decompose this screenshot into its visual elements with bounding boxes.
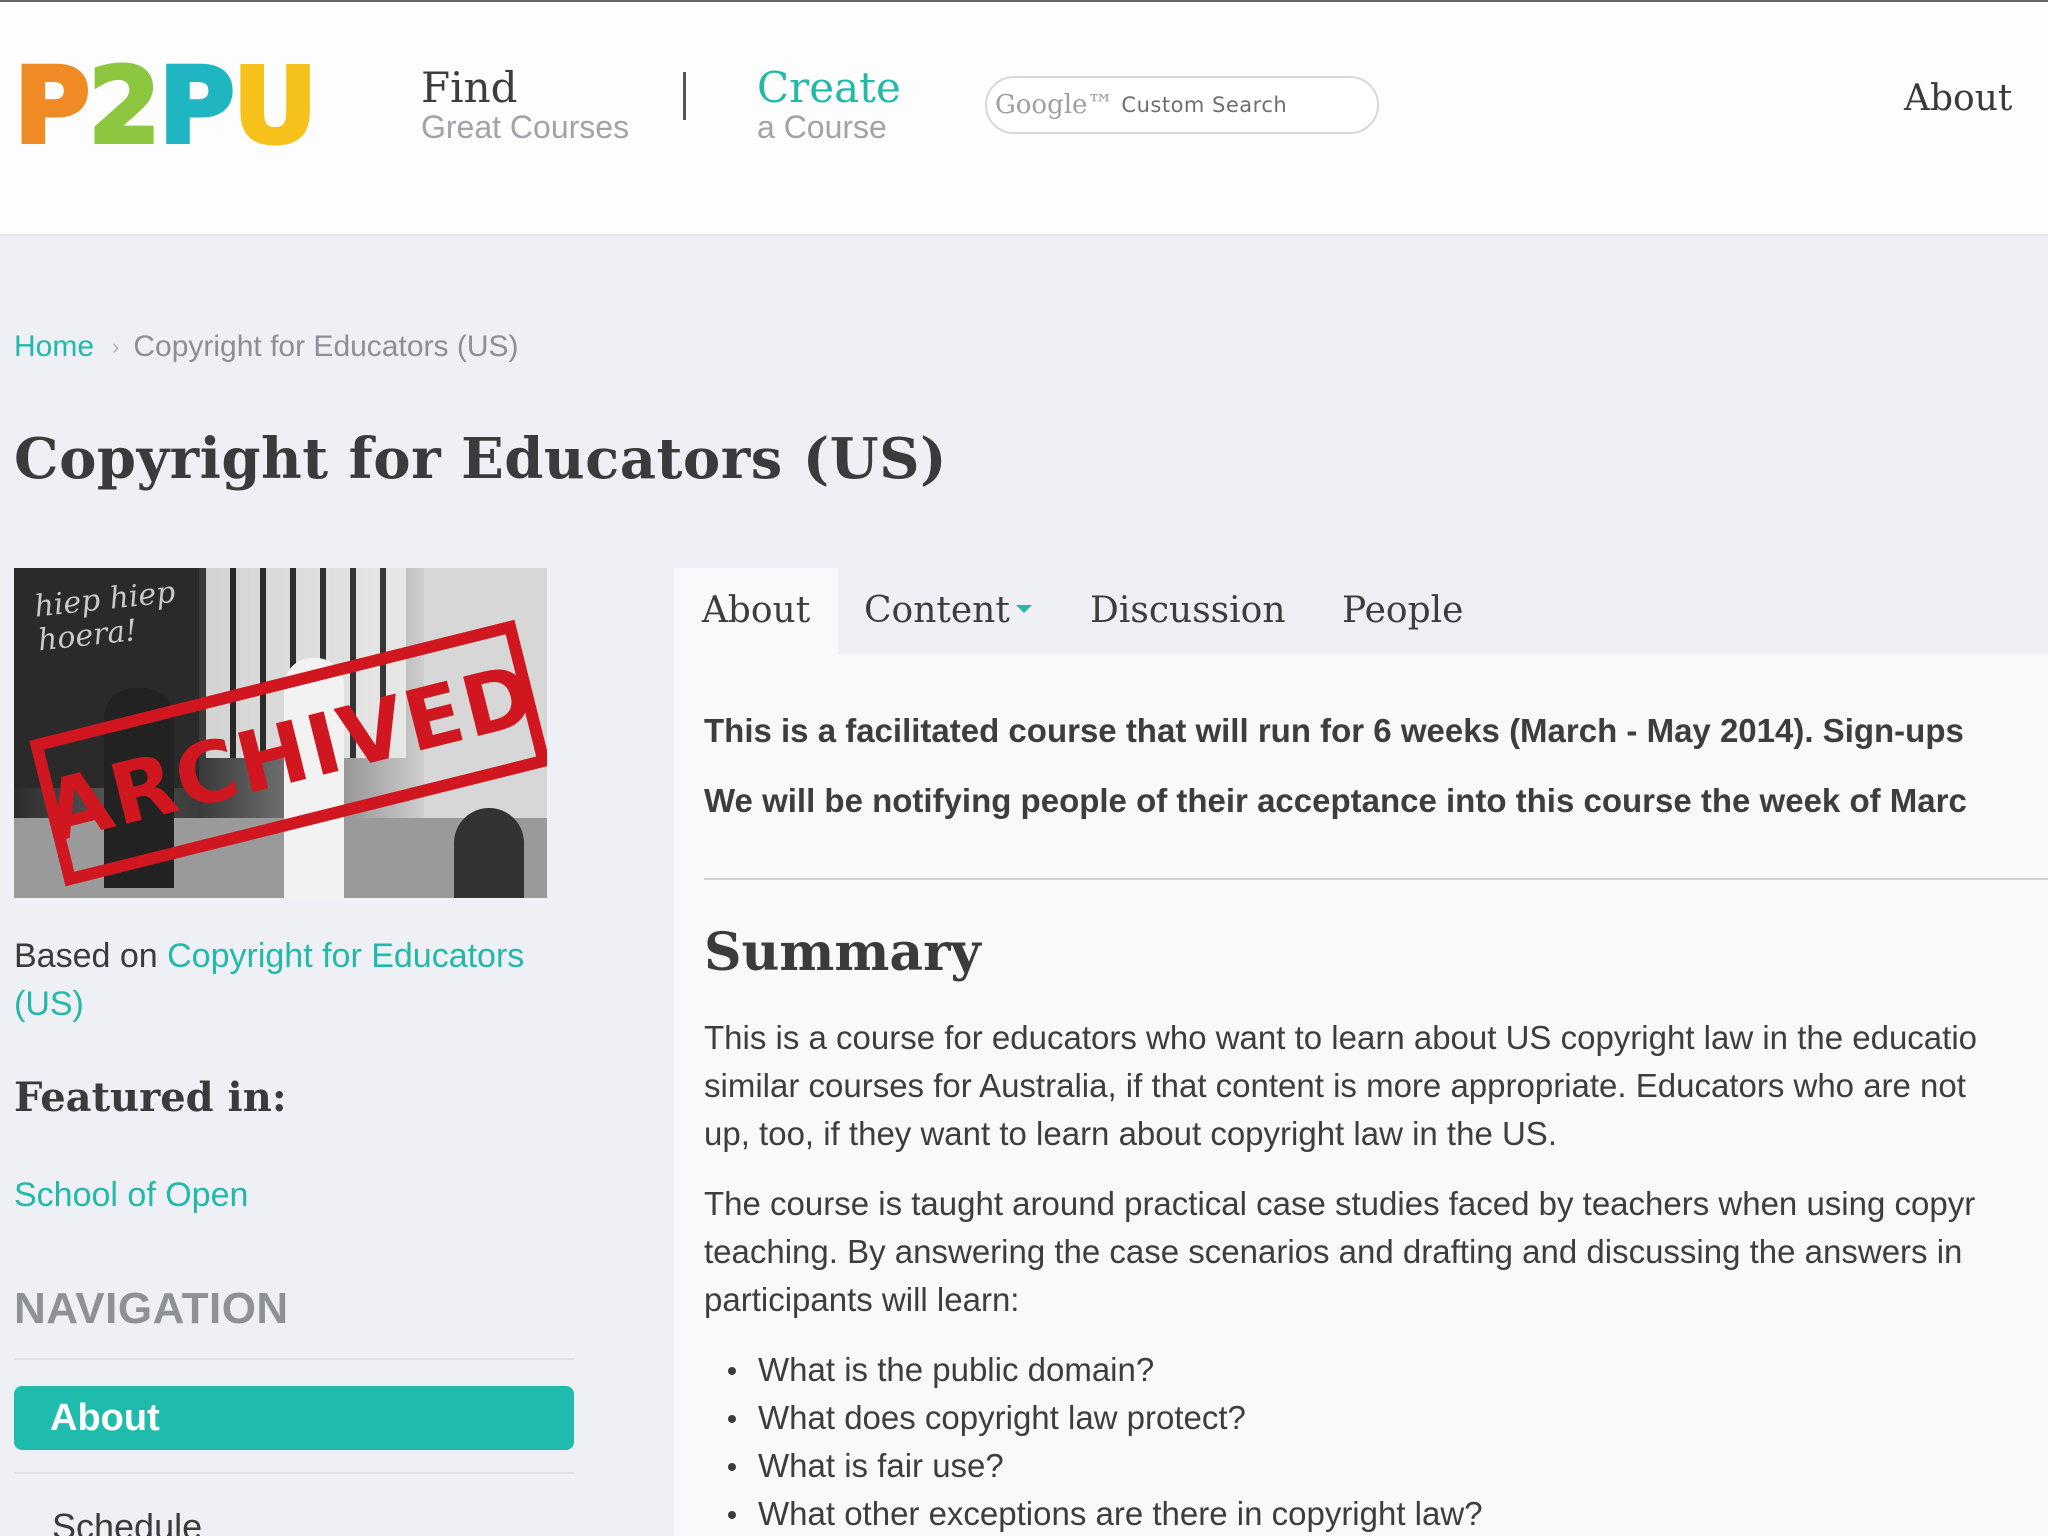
nav-divider-line bbox=[14, 1472, 574, 1474]
tab-content[interactable]: Content bbox=[864, 568, 1032, 654]
learning-outcomes-list: What is the public domain? What does cop… bbox=[704, 1346, 1483, 1536]
create-label: Create bbox=[757, 63, 901, 112]
navigation-heading: NAVIGATION bbox=[14, 1284, 289, 1333]
course-tabs: About Content Discussion People bbox=[674, 568, 2048, 654]
tab-people[interactable]: People bbox=[1342, 568, 1463, 654]
summary-paragraph-line: participants will learn: bbox=[704, 1281, 1020, 1318]
notice-line: We will be notifying people of their acc… bbox=[704, 782, 1967, 819]
tab-about[interactable]: About bbox=[674, 568, 838, 654]
course-image: hiep hiep hoera! ARCHIVED bbox=[14, 568, 547, 898]
list-item: What does copyright law protect? bbox=[704, 1394, 1483, 1442]
search-input[interactable]: Google™ Custom Search bbox=[985, 76, 1379, 134]
logo-letter: U bbox=[231, 45, 319, 167]
summary-heading: Summary bbox=[704, 922, 981, 983]
sidebar-item-schedule[interactable]: Schedule bbox=[52, 1506, 202, 1536]
list-item: What is the public domain? bbox=[704, 1346, 1483, 1394]
caret-down-icon bbox=[1015, 605, 1032, 613]
logo-letter: 2 bbox=[86, 45, 162, 167]
notice-line: This is a facilitated course that will r… bbox=[704, 712, 1964, 749]
p2pu-logo[interactable]: P2PU bbox=[12, 45, 319, 167]
summary-paragraph-line: The course is taught around practical ca… bbox=[704, 1185, 1976, 1222]
school-of-open-link[interactable]: School of Open bbox=[14, 1176, 248, 1215]
google-brand: Google™ bbox=[995, 90, 1114, 120]
find-label: Find bbox=[421, 63, 518, 112]
nav-divider-line bbox=[14, 1358, 574, 1360]
logo-letter: P bbox=[12, 45, 92, 167]
tab-discussion[interactable]: Discussion bbox=[1090, 568, 1286, 654]
breadcrumb: Home › Copyright for Educators (US) bbox=[14, 330, 519, 364]
summary-paragraph-line: This is a course for educators who want … bbox=[704, 1019, 1978, 1056]
based-on-text: Based on Copyright for Educators (US) bbox=[14, 932, 574, 1028]
breadcrumb-home-link[interactable]: Home bbox=[14, 330, 94, 364]
based-on-prefix: Based on bbox=[14, 937, 168, 975]
site-header: P2PU Find Great Courses Create a Course … bbox=[0, 0, 2048, 236]
summary-paragraph-line: teaching. By answering the case scenario… bbox=[704, 1233, 1963, 1270]
sidebar-item-about[interactable]: About bbox=[14, 1386, 574, 1450]
find-sublabel: Great Courses bbox=[421, 109, 630, 145]
page-title: Copyright for Educators (US) bbox=[14, 426, 948, 492]
image-figure bbox=[454, 808, 524, 898]
search-placeholder: Custom Search bbox=[1121, 93, 1288, 117]
breadcrumb-current: Copyright for Educators (US) bbox=[133, 330, 519, 363]
featured-heading: Featured in: bbox=[14, 1074, 287, 1121]
tab-content-label: Content bbox=[864, 590, 1010, 631]
nav-divider bbox=[683, 72, 686, 120]
create-course-link[interactable]: Create a Course bbox=[757, 63, 901, 145]
header-about-link[interactable]: About bbox=[1904, 78, 2012, 119]
image-board-text: hiep hiep hoera! bbox=[32, 574, 177, 659]
summary-paragraph-line: up, too, if they want to learn about cop… bbox=[704, 1115, 1557, 1152]
breadcrumb-separator-icon: › bbox=[112, 334, 120, 359]
find-courses-link[interactable]: Find Great Courses bbox=[421, 63, 630, 145]
logo-letter: P bbox=[157, 45, 237, 167]
create-sublabel: a Course bbox=[757, 109, 887, 145]
summary-paragraph-line: similar courses for Australia, if that c… bbox=[704, 1067, 1966, 1104]
content-divider bbox=[704, 878, 2048, 880]
list-item: What other exceptions are there in copyr… bbox=[704, 1490, 1483, 1536]
list-item: What is fair use? bbox=[704, 1442, 1483, 1490]
